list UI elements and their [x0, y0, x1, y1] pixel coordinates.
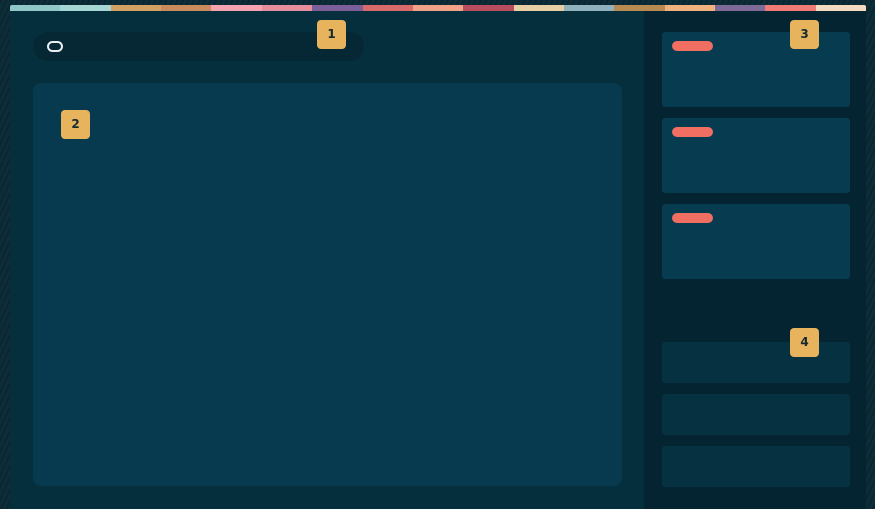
search-bar[interactable] [33, 32, 364, 61]
side-slot-3[interactable] [662, 446, 850, 487]
annotation-badge-4: 4 [790, 328, 819, 357]
side-card-2[interactable] [662, 118, 850, 193]
main-content-area [33, 83, 622, 486]
side-slot-1[interactable] [662, 342, 850, 383]
side-card-3[interactable] [662, 204, 850, 279]
side-slot-2[interactable] [662, 394, 850, 435]
card-tag [672, 213, 713, 223]
annotation-badge-3: 3 [790, 20, 819, 49]
annotation-badge-2: 2 [61, 110, 90, 139]
side-card-1[interactable] [662, 32, 850, 107]
main-panel [10, 11, 644, 509]
annotation-badge-1: 1 [317, 20, 346, 49]
pill-icon [47, 41, 63, 52]
screen: 1 2 3 4 [0, 0, 875, 509]
side-panel [644, 11, 866, 509]
card-tag [672, 127, 713, 137]
card-tag [672, 41, 713, 51]
app-window [10, 11, 866, 509]
